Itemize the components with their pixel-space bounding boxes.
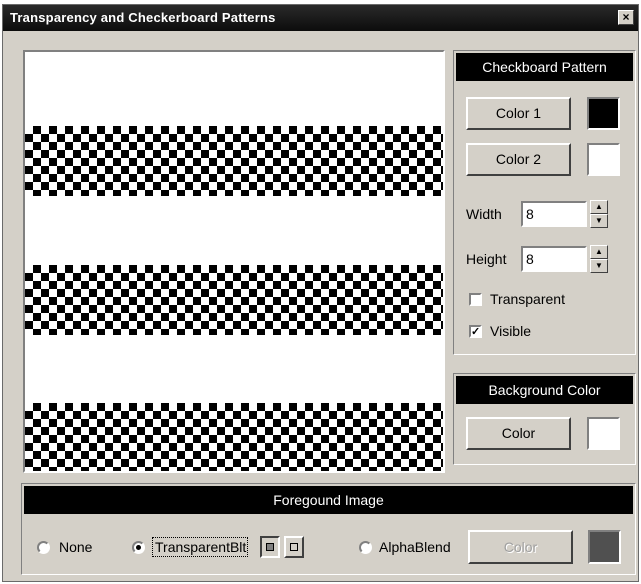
color1-swatch	[587, 97, 620, 130]
foreground-header: Foregound Image	[24, 486, 633, 514]
transparent-label: Transparent	[490, 291, 565, 307]
width-input[interactable]: 8	[521, 201, 587, 227]
foreground-color-label: Color	[503, 539, 538, 555]
spin-down-icon[interactable]: ▼	[590, 259, 608, 273]
preview-canvas	[23, 50, 445, 473]
visible-label: Visible	[490, 323, 531, 339]
width-spinner[interactable]: ▲ ▼	[590, 200, 608, 228]
color1-button[interactable]: Color 1	[466, 97, 571, 130]
checker-band	[25, 265, 443, 335]
alphablend-label: AlphaBlend	[379, 539, 451, 555]
radio-selected-dot	[136, 545, 141, 550]
foreground-color-button[interactable]: Color	[468, 530, 573, 564]
alphablend-radio[interactable]	[359, 541, 372, 554]
background-panel: Background Color Color	[453, 373, 636, 465]
checkerboard-panel: Checkboard Pattern Color 1 Color 2 Width…	[453, 50, 636, 355]
outline-square-icon	[290, 543, 298, 551]
checker-band	[25, 126, 443, 196]
foreground-panel: Foregound Image None TransparentBlt Alph…	[21, 483, 636, 575]
spin-up-icon[interactable]: ▲	[590, 245, 608, 259]
close-button[interactable]: ×	[618, 10, 634, 25]
height-label: Height	[466, 251, 507, 267]
title-bar[interactable]: Transparency and Checkerboard Patterns ×	[3, 5, 638, 31]
filled-square-icon	[266, 543, 274, 551]
checker-band	[25, 403, 443, 471]
width-label: Width	[466, 206, 502, 222]
window-title: Transparency and Checkerboard Patterns	[10, 10, 276, 25]
none-label: None	[59, 539, 93, 555]
spin-down-icon[interactable]: ▼	[590, 214, 608, 228]
height-input[interactable]: 8	[521, 246, 587, 272]
color2-button[interactable]: Color 2	[466, 143, 571, 176]
mode-outline-button[interactable]	[284, 536, 304, 558]
color1-label: Color 1	[495, 105, 542, 121]
mode-filled-button[interactable]	[260, 536, 280, 558]
visible-checkbox[interactable]: ✓	[469, 325, 482, 338]
background-header: Background Color	[456, 376, 633, 404]
background-color-button[interactable]: Color	[466, 417, 571, 450]
transparentblt-label: TransparentBlt	[152, 537, 248, 557]
color2-label: Color 2	[495, 151, 542, 167]
transparentblt-radio[interactable]	[132, 541, 145, 554]
height-spinner[interactable]: ▲ ▼	[590, 245, 608, 273]
background-color-label: Color	[501, 425, 536, 441]
spin-up-icon[interactable]: ▲	[590, 200, 608, 214]
transparent-checkbox[interactable]	[469, 293, 482, 306]
foreground-swatch	[588, 530, 621, 564]
checkerboard-header: Checkboard Pattern	[456, 53, 633, 81]
background-swatch	[587, 417, 620, 450]
color2-swatch	[587, 143, 620, 176]
dialog-window: Transparency and Checkerboard Patterns ×…	[2, 4, 639, 582]
none-radio[interactable]	[37, 541, 50, 554]
